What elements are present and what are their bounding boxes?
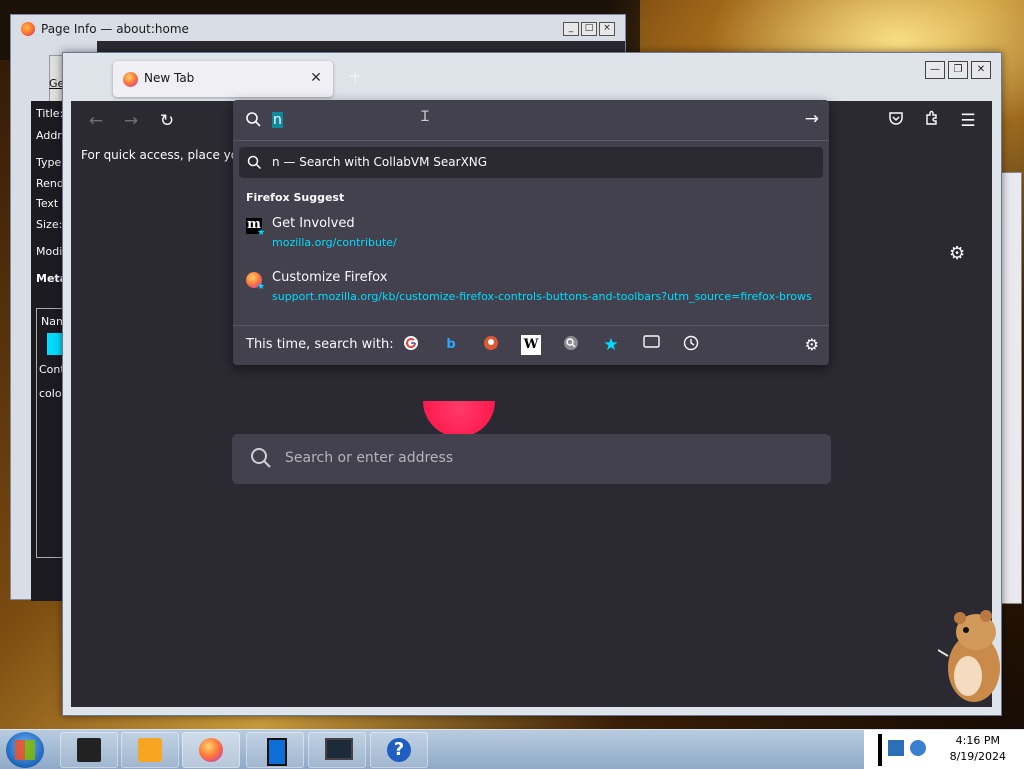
taskbar-item-explorer[interactable] — [60, 732, 118, 768]
close-tab-button[interactable]: ✕ — [307, 69, 325, 87]
network-icon[interactable] — [888, 740, 904, 756]
tray-divider — [878, 734, 882, 766]
text-cursor-icon: Ｉ — [418, 109, 432, 125]
minimize-button[interactable]: _ — [563, 22, 579, 36]
phone-icon — [267, 738, 287, 766]
result-url: mozilla.org/contribute/ — [272, 236, 397, 249]
media-player-icon — [138, 738, 162, 762]
table-cell: colo — [39, 387, 62, 400]
firefox-icon — [21, 22, 35, 36]
search-settings-gear-icon[interactable]: ⚙ — [805, 335, 819, 354]
tab-label: New Tab — [144, 71, 195, 85]
taskbar-item-firefox[interactable] — [182, 732, 240, 768]
start-button[interactable] — [6, 732, 44, 768]
close-button[interactable]: × — [599, 22, 615, 36]
tabs-icon[interactable] — [641, 335, 661, 355]
help-icon: ? — [387, 738, 411, 762]
clock[interactable]: 4:16 PM 8/19/2024 — [950, 733, 1006, 765]
bookmark-star-icon: ★ — [257, 228, 266, 238]
page-search-box[interactable]: Search or enter address — [232, 434, 831, 484]
firefox-icon — [199, 738, 223, 762]
tab-strip[interactable]: New Tab ✕ + — ❐ ✕ — [63, 53, 1001, 101]
search-with-label: This time, search with: — [246, 337, 394, 352]
google-icon[interactable] — [401, 335, 421, 355]
search-suggestion-text: n — Search with CollabVM SearXNG — [272, 155, 488, 169]
taskbar-item-media-player[interactable] — [121, 732, 179, 768]
extensions-icon[interactable] — [919, 109, 945, 133]
wikipedia-icon[interactable]: W — [521, 335, 541, 355]
clock-date: 8/19/2024 — [949, 750, 1006, 763]
pocket-icon[interactable] — [883, 109, 909, 133]
suggest-result-get-involved[interactable]: m ★ Get Involved mozilla.org/contribute/ — [241, 216, 821, 260]
search-icon — [247, 155, 262, 173]
search-placeholder: Search or enter address — [285, 450, 454, 466]
table-cell: Cont — [39, 363, 65, 376]
go-arrow-icon[interactable]: → — [805, 109, 819, 129]
bookmarks-hint: For quick access, place your l — [81, 148, 258, 162]
volume-icon[interactable] — [910, 740, 926, 756]
bookmark-star-icon: ★ — [257, 282, 266, 292]
menu-icon[interactable]: ☰ — [955, 109, 981, 133]
urlbar-dropdown[interactable]: n Ｉ → n — Search with CollabVM SearXNG F… — [233, 100, 829, 365]
duckduckgo-icon[interactable] — [481, 335, 501, 355]
search-suggestion-row[interactable]: n — Search with CollabVM SearXNG — [239, 147, 823, 178]
forward-icon[interactable]: → — [118, 109, 144, 133]
tab-new-tab[interactable]: New Tab ✕ — [113, 61, 333, 97]
urlbar-input[interactable]: n Ｉ → — [233, 100, 829, 141]
firefox-logo — [423, 401, 495, 437]
monitor-icon — [325, 738, 353, 760]
search-icon — [248, 445, 274, 474]
new-tab-button[interactable]: + — [345, 67, 365, 87]
urlbar-value[interactable]: n — [272, 112, 283, 128]
bing-icon[interactable]: b — [441, 335, 461, 355]
windows-logo-icon — [15, 740, 35, 760]
tray-icons — [888, 740, 926, 756]
minimize-button[interactable]: — — [925, 61, 945, 79]
maximize-button[interactable]: □ — [581, 22, 597, 36]
explorer-icon — [77, 738, 101, 762]
page-info-title: Page Info — about:home — [41, 22, 189, 36]
page-info-window-controls: _ □ × — [563, 22, 615, 36]
searxng-icon[interactable] — [561, 335, 581, 355]
history-icon[interactable] — [681, 335, 701, 355]
window-controls: — ❐ ✕ — [925, 61, 991, 79]
search-icon — [245, 111, 262, 131]
result-title: Customize Firefox — [272, 270, 388, 285]
search-engines-bar: This time, search with: b W ★ ⚙ — [233, 325, 829, 366]
hamster-mascot — [937, 606, 1002, 706]
taskbar-item-phone[interactable] — [246, 732, 304, 768]
maximize-button[interactable]: ❐ — [948, 61, 968, 79]
firefox-icon — [123, 72, 138, 87]
taskbar-item-monitor[interactable] — [308, 732, 366, 768]
close-button[interactable]: ✕ — [971, 61, 991, 79]
firefox-suggest-heading: Firefox Suggest — [246, 191, 345, 204]
clock-time: 4:16 PM — [955, 734, 1000, 747]
reload-icon[interactable]: ↻ — [154, 109, 180, 133]
result-title: Get Involved — [272, 216, 355, 231]
taskbar: ? 4:16 PM 8/19/2024 — [0, 729, 1024, 769]
back-icon[interactable]: ← — [83, 109, 109, 133]
taskbar-item-help[interactable]: ? — [370, 732, 428, 768]
page-info-titlebar[interactable]: Page Info — about:home _ □ × — [11, 15, 625, 43]
result-url: support.mozilla.org/kb/customize-firefox… — [272, 290, 812, 303]
bookmarks-icon[interactable]: ★ — [601, 335, 621, 355]
personalize-gear-icon[interactable]: ⚙ — [949, 243, 965, 264]
suggest-result-customize-firefox[interactable]: ★ Customize Firefox support.mozilla.org/… — [241, 270, 821, 314]
system-tray: 4:16 PM 8/19/2024 — [864, 730, 1024, 769]
